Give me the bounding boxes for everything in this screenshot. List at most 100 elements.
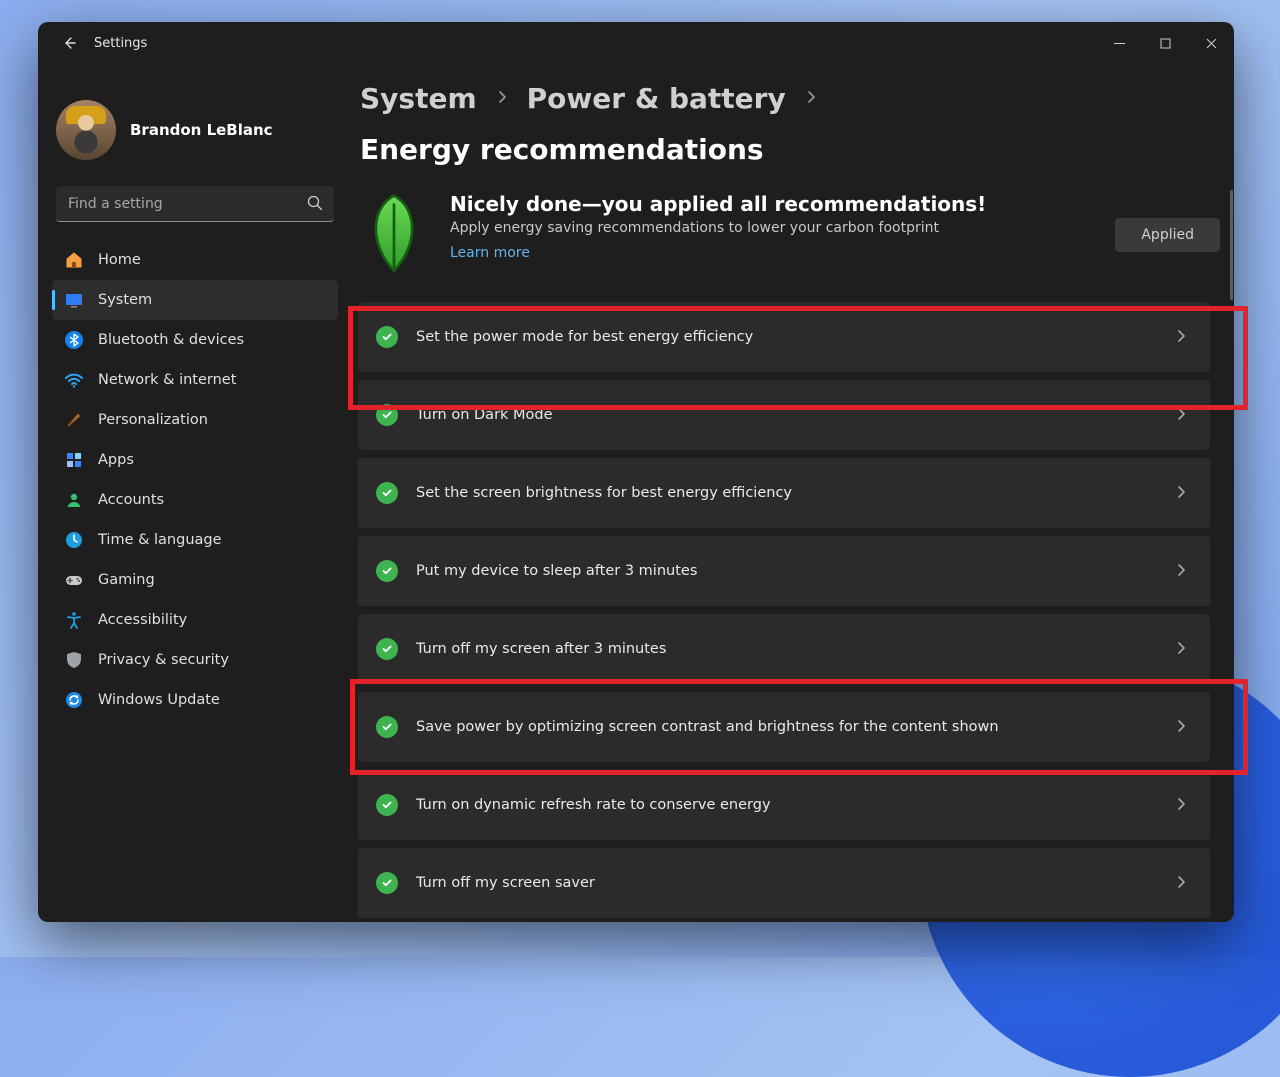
leaf-icon xyxy=(360,192,428,278)
shield-icon xyxy=(64,650,84,670)
sidebar-item-label: Personalization xyxy=(98,412,208,428)
learn-more-link[interactable]: Learn more xyxy=(450,245,530,261)
sidebar-item-home[interactable]: Home xyxy=(52,240,338,280)
search xyxy=(56,186,334,222)
sidebar-item-label: Apps xyxy=(98,452,134,468)
home-icon xyxy=(64,250,84,270)
sidebar-item-account[interactable]: Accounts xyxy=(52,480,338,520)
arrow-left-icon xyxy=(61,35,77,51)
chevron-right-icon xyxy=(1174,874,1188,893)
breadcrumb: System Power & battery Energy recommenda… xyxy=(358,82,1230,192)
search-icon xyxy=(306,194,324,216)
breadcrumb-current: Energy recommendations xyxy=(360,133,764,166)
chevron-right-icon xyxy=(1174,640,1188,659)
user-name: Brandon LeBlanc xyxy=(130,121,273,139)
recommendation-row[interactable]: Set the power mode for best energy effic… xyxy=(358,302,1210,372)
check-icon xyxy=(376,872,398,894)
chevron-right-icon xyxy=(1174,562,1188,581)
recommendation-label: Turn on Dark Mode xyxy=(416,407,1174,423)
maximize-button[interactable] xyxy=(1142,22,1188,64)
back-button[interactable] xyxy=(52,26,86,60)
sidebar-item-update[interactable]: Windows Update xyxy=(52,680,338,720)
sidebar-item-label: Gaming xyxy=(98,572,155,588)
bluetooth-icon xyxy=(64,330,84,350)
sidebar-item-label: System xyxy=(98,292,152,308)
update-icon xyxy=(64,690,84,710)
close-button[interactable] xyxy=(1188,22,1234,64)
recommendation-row[interactable]: Put my device to sleep after 3 minutes xyxy=(358,536,1210,606)
hero-subtitle: Apply energy saving recommendations to l… xyxy=(450,220,986,236)
settings-window: Settings Brandon LeBlanc Home System Bluet… xyxy=(38,22,1234,922)
search-input[interactable] xyxy=(56,186,334,222)
sidebar-item-wifi[interactable]: Network & internet xyxy=(52,360,338,400)
sidebar-item-label: Privacy & security xyxy=(98,652,229,668)
check-icon xyxy=(376,326,398,348)
recommendation-row[interactable]: Save power by optimizing screen contrast… xyxy=(358,692,1210,762)
brush-icon xyxy=(64,410,84,430)
recommendations-list: Set the power mode for best energy effic… xyxy=(358,302,1230,922)
recommendation-label: Set the screen brightness for best energ… xyxy=(416,485,1174,501)
recommendation-label: Turn off my screen saver xyxy=(416,875,1174,891)
sidebar-item-shield[interactable]: Privacy & security xyxy=(52,640,338,680)
chevron-right-icon xyxy=(495,89,509,108)
check-icon xyxy=(376,560,398,582)
accessibility-icon xyxy=(64,610,84,630)
minimize-button[interactable] xyxy=(1096,22,1142,64)
sidebar-item-system[interactable]: System xyxy=(52,280,338,320)
recommendation-row[interactable]: Turn on Dark Mode xyxy=(358,380,1210,450)
profile[interactable]: Brandon LeBlanc xyxy=(52,82,338,186)
recommendation-label: Turn off my screen after 3 minutes xyxy=(416,641,1174,657)
breadcrumb-power-battery[interactable]: Power & battery xyxy=(527,82,786,115)
account-icon xyxy=(64,490,84,510)
titlebar: Settings xyxy=(38,22,1234,64)
check-icon xyxy=(376,716,398,738)
maximize-icon xyxy=(1160,38,1171,49)
chevron-right-icon xyxy=(1174,796,1188,815)
wifi-icon xyxy=(64,370,84,390)
recommendation-label: Save power by optimizing screen contrast… xyxy=(416,719,1174,735)
clock-icon xyxy=(64,530,84,550)
sidebar-item-gaming[interactable]: Gaming xyxy=(52,560,338,600)
recommendation-row[interactable]: Set the screen brightness for best energ… xyxy=(358,458,1210,528)
chevron-right-icon xyxy=(804,89,818,108)
recommendation-row[interactable]: Turn on dynamic refresh rate to conserve… xyxy=(358,770,1210,840)
hero: Nicely done—you applied all recommendati… xyxy=(358,192,1230,302)
hero-title: Nicely done—you applied all recommendati… xyxy=(450,192,986,216)
chevron-right-icon xyxy=(1174,328,1188,347)
check-icon xyxy=(376,482,398,504)
recommendation-row[interactable]: Turn off my screen saver xyxy=(358,848,1210,918)
sidebar-item-clock[interactable]: Time & language xyxy=(52,520,338,560)
sidebar-item-label: Bluetooth & devices xyxy=(98,332,244,348)
sidebar-item-label: Time & language xyxy=(98,532,222,548)
sidebar-item-label: Network & internet xyxy=(98,372,236,388)
check-icon xyxy=(376,794,398,816)
sidebar: Brandon LeBlanc Home System Bluetooth & de… xyxy=(38,64,348,922)
avatar xyxy=(56,100,116,160)
breadcrumb-system[interactable]: System xyxy=(360,82,477,115)
applied-button[interactable]: Applied xyxy=(1115,218,1220,252)
check-icon xyxy=(376,404,398,426)
sidebar-nav: Home System Bluetooth & devices Network & i… xyxy=(52,240,338,720)
check-icon xyxy=(376,638,398,660)
sidebar-item-label: Accessibility xyxy=(98,612,187,628)
chevron-right-icon xyxy=(1174,406,1188,425)
sidebar-item-label: Home xyxy=(98,252,141,268)
app-title: Settings xyxy=(94,36,147,51)
recommendation-row[interactable]: Turn off my screen after 3 minutes xyxy=(358,614,1210,684)
recommendation-label: Set the power mode for best energy effic… xyxy=(416,329,1174,345)
minimize-icon xyxy=(1114,38,1125,49)
sidebar-item-accessibility[interactable]: Accessibility xyxy=(52,600,338,640)
sidebar-item-apps[interactable]: Apps xyxy=(52,440,338,480)
chevron-right-icon xyxy=(1174,718,1188,737)
close-icon xyxy=(1206,38,1217,49)
sidebar-item-label: Accounts xyxy=(98,492,164,508)
sidebar-item-bluetooth[interactable]: Bluetooth & devices xyxy=(52,320,338,360)
system-icon xyxy=(64,290,84,310)
apps-icon xyxy=(64,450,84,470)
sidebar-item-label: Windows Update xyxy=(98,692,220,708)
chevron-right-icon xyxy=(1174,484,1188,503)
recommendation-label: Put my device to sleep after 3 minutes xyxy=(416,563,1174,579)
main-content: System Power & battery Energy recommenda… xyxy=(348,64,1234,922)
gaming-icon xyxy=(64,570,84,590)
sidebar-item-brush[interactable]: Personalization xyxy=(52,400,338,440)
